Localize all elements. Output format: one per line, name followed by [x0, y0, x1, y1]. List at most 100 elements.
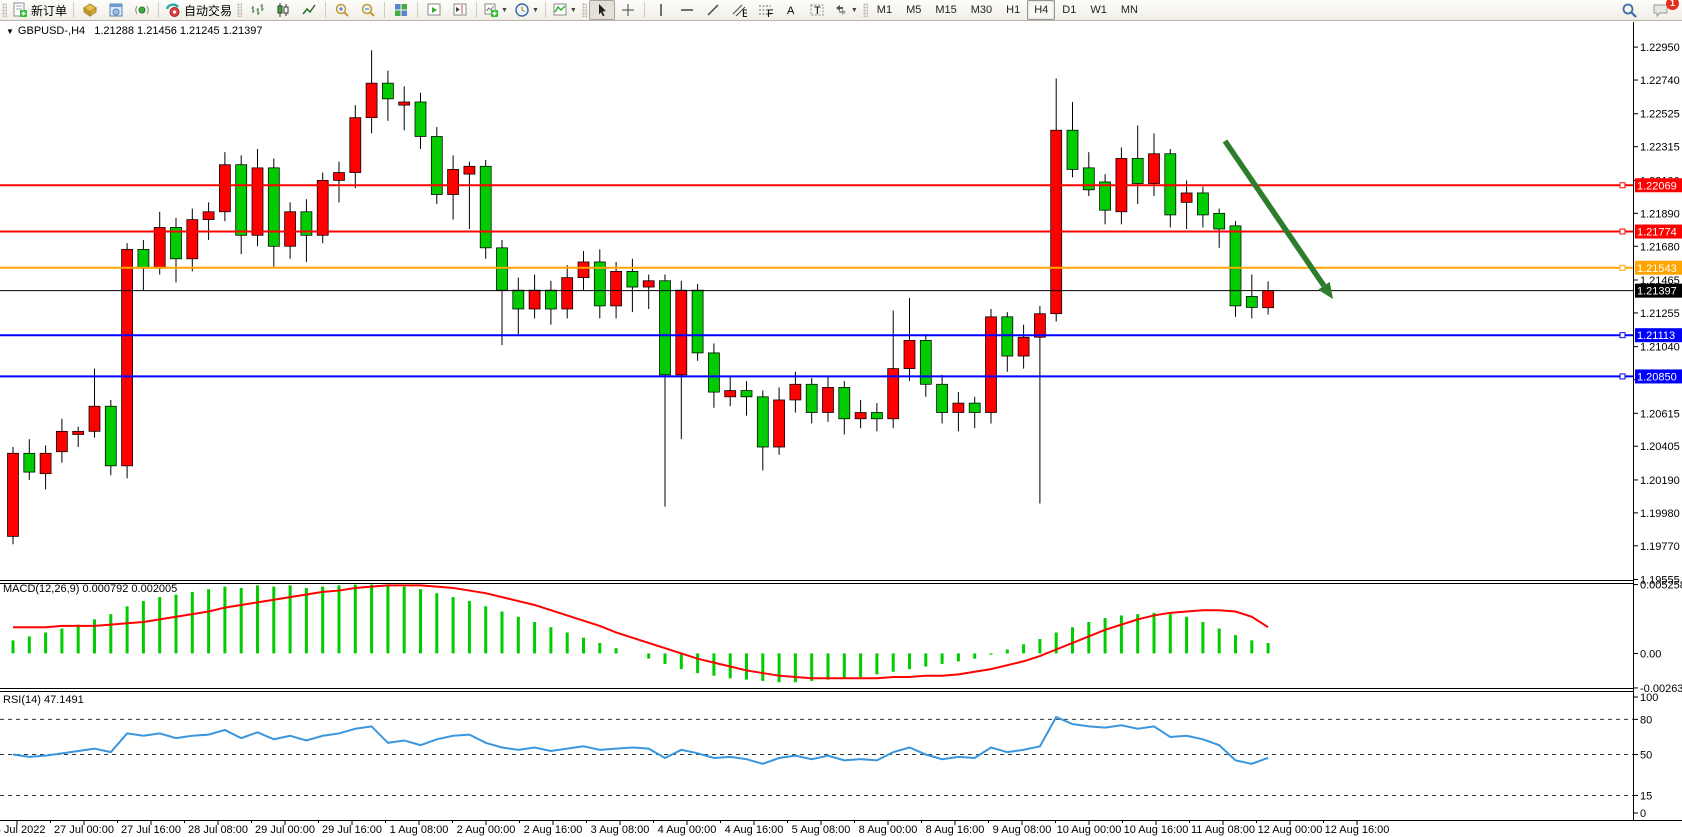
market-watch-button[interactable] [77, 0, 103, 20]
bull-candle [1263, 291, 1274, 308]
bull-candle [823, 387, 834, 412]
chart-canvas[interactable]: 1.229501.227401.225251.223151.221001.218… [0, 21, 1682, 837]
timeframe-h4-button[interactable]: H4 [1027, 0, 1055, 20]
indicators-button[interactable]: ▼ [549, 0, 580, 20]
bear-candle [741, 391, 752, 397]
chart-window[interactable]: ▼GBPUSD-,H4 1.21288 1.21456 1.21245 1.21… [0, 21, 1682, 837]
bear-candle [497, 248, 508, 290]
svg-text:26 Jul 2022: 26 Jul 2022 [0, 824, 45, 836]
auto-scroll-icon [426, 2, 442, 18]
new-order-button[interactable]: 新订单 [9, 0, 70, 20]
bull-candle [40, 453, 51, 473]
zoom-out-button[interactable] [355, 0, 381, 20]
search-button[interactable] [1616, 0, 1642, 20]
timeframe-mn-button[interactable]: MN [1114, 0, 1145, 20]
bull-candle [122, 249, 133, 465]
periods-button[interactable]: ▼ [511, 0, 542, 20]
timeframe-m5-button[interactable]: M5 [899, 0, 928, 20]
bear-candle [545, 290, 556, 309]
separator [417, 2, 418, 18]
bull-candle [643, 281, 654, 287]
bear-candle [871, 413, 882, 419]
vertical-line-button[interactable] [648, 0, 674, 20]
bull-candle [774, 400, 785, 447]
chart-shift-icon [452, 2, 468, 18]
svg-text:1.19770: 1.19770 [1640, 541, 1680, 553]
clock-icon [514, 2, 530, 18]
macd-signal-line [13, 585, 1268, 678]
bar-chart-button[interactable] [244, 0, 270, 20]
current-price-line[interactable]: 1.21397 [0, 284, 1682, 298]
separator [158, 2, 159, 18]
text-button[interactable]: A [778, 0, 804, 20]
chevron-down-icon: ▼ [851, 7, 858, 14]
horizontal-support-resistance-line[interactable]: 1.20850 [0, 369, 1682, 383]
svg-text:A: A [787, 5, 795, 17]
bull-candle [611, 271, 622, 306]
svg-text:4 Aug 16:00: 4 Aug 16:00 [725, 824, 784, 836]
zoom-in-button[interactable] [329, 0, 355, 20]
svg-text:100: 100 [1640, 692, 1658, 704]
tile-windows-icon [393, 2, 409, 18]
toolbar-grip [2, 3, 7, 17]
timeframe-m30-button[interactable]: M30 [964, 0, 999, 20]
timeframe-d1-button[interactable]: D1 [1055, 0, 1083, 20]
auto-scroll-button[interactable] [421, 0, 447, 20]
new-order-label: 新订单 [31, 2, 67, 19]
candlestick-chart-button[interactable] [270, 0, 296, 20]
line-chart-button[interactable] [296, 0, 322, 20]
bear-candle [513, 290, 524, 309]
bar-chart-icon [249, 2, 265, 18]
toolbar: 新订单 自动交易 [0, 0, 1682, 21]
cursor-button[interactable] [589, 0, 615, 20]
horizontal-support-resistance-line[interactable]: 1.21543 [0, 261, 1682, 275]
data-window-button[interactable] [103, 0, 129, 20]
arrows-icon [833, 2, 849, 18]
new-chart-button[interactable]: ▼ [480, 0, 511, 20]
price-tag-label: 1.21774 [1637, 227, 1677, 239]
equidistant-channel-button[interactable]: E [726, 0, 752, 20]
bear-candle [708, 353, 719, 392]
crosshair-icon [620, 2, 636, 18]
text-label-button[interactable]: T [804, 0, 830, 20]
notifications-button[interactable]: 1 [1648, 0, 1674, 20]
bear-candle [839, 387, 850, 418]
timeframe-w1-button[interactable]: W1 [1083, 0, 1114, 20]
autotrading-button[interactable]: 自动交易 [162, 0, 235, 20]
arrows-button[interactable]: ▼ [830, 0, 861, 20]
svg-text:50: 50 [1640, 750, 1652, 762]
navigator-button[interactable] [129, 0, 155, 20]
horizontal-support-resistance-line[interactable]: 1.21113 [0, 328, 1682, 342]
chart-shift-button[interactable] [447, 0, 473, 20]
bull-candle [448, 169, 459, 194]
tile-windows-button[interactable] [388, 0, 414, 20]
bear-candle [1132, 158, 1143, 183]
timeframe-m1-button[interactable]: M1 [870, 0, 899, 20]
svg-text:9 Aug 08:00: 9 Aug 08:00 [993, 824, 1052, 836]
price-tag-label: 1.21543 [1637, 263, 1677, 275]
cursor-icon [594, 2, 610, 18]
timeframe-m15-button[interactable]: M15 [928, 0, 963, 20]
bull-candle [904, 340, 915, 368]
rsi-line [13, 717, 1268, 764]
svg-text:1.22950: 1.22950 [1640, 42, 1680, 54]
fibonacci-button[interactable]: F [752, 0, 778, 20]
svg-text:1.22740: 1.22740 [1640, 75, 1680, 87]
svg-text:1.20190: 1.20190 [1640, 475, 1680, 487]
svg-text:T: T [814, 5, 821, 17]
autotrading-icon [165, 2, 181, 18]
zoom-in-icon [334, 2, 350, 18]
separator [325, 2, 326, 18]
trendline-icon [705, 2, 721, 18]
trendline-button[interactable] [700, 0, 726, 20]
svg-text:F: F [767, 8, 773, 18]
price-tag-label: 1.21113 [1637, 330, 1675, 342]
bear-candle [806, 384, 817, 412]
crosshair-button[interactable] [615, 0, 641, 20]
timeframe-h1-button[interactable]: H1 [999, 0, 1027, 20]
market-watch-icon [82, 2, 98, 18]
bull-candle [529, 290, 540, 309]
bull-candle [464, 166, 475, 174]
separator [545, 2, 546, 18]
horizontal-line-button[interactable] [674, 0, 700, 20]
